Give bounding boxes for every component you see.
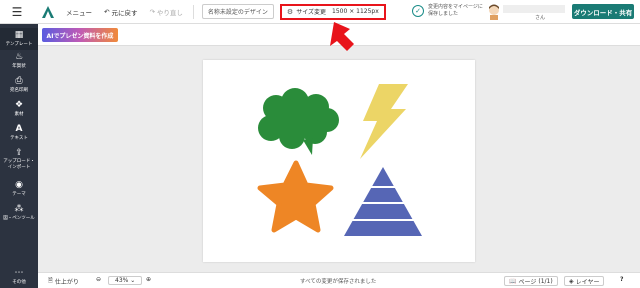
sidebar-item-more[interactable]: ⋯ その他 (0, 268, 38, 286)
bottom-bar: 🗎 仕上がり ⊖ 43% ⌄ ⊕ すべての変更が保存されました 📖 ページ (1… (38, 272, 640, 288)
app-logo[interactable] (38, 0, 58, 24)
save-status-line2: 保存しました (428, 11, 459, 17)
document-icon: 🗎 (48, 277, 53, 284)
zoom-in-button[interactable]: ⊕ (146, 276, 151, 283)
page-button[interactable]: 📖 ページ (1/1) (504, 276, 558, 286)
sidebar-item-upload[interactable]: ⇪ アップロード・インポート (0, 148, 38, 176)
toolbar-divider (192, 4, 194, 19)
zoom-value: 43% ⌄ (108, 276, 143, 285)
resize-label: サイズ変更 (296, 9, 327, 16)
sidebar-item-label: 年賀状 (12, 64, 26, 69)
layer-button[interactable]: ◈ レイヤー (564, 276, 605, 286)
printer-icon: ⎙ (15, 76, 23, 86)
sidebar-item-pen-tool[interactable]: ⁂ 図・ペンツール (0, 204, 38, 224)
material-icon: ❖ (14, 100, 24, 110)
sidebar-item-label: 素材 (14, 112, 24, 117)
undo-icon: ↶ (104, 7, 110, 16)
save-status-line1: 変更内容をマイページに (428, 4, 483, 10)
redo-label: やり直し (156, 8, 183, 17)
save-status-text: すべての変更が保存されました (300, 279, 377, 285)
lightning-bolt-shape[interactable] (360, 84, 408, 159)
logo-icon (42, 5, 54, 18)
template-icon: ▦ (14, 30, 24, 40)
sidebar-item-label: アップロード・インポート (3, 159, 35, 170)
ai-presentation-button[interactable]: AIでプレゼン資料を作成 (42, 28, 118, 42)
speech-bubble-shape[interactable] (258, 88, 339, 155)
pyramid-shape[interactable] (343, 167, 423, 236)
layers-icon: ◈ (569, 277, 574, 285)
zoom-select[interactable]: 43% ⌄ (108, 276, 143, 285)
gear-icon: ⚙ (286, 7, 294, 16)
star-shape[interactable] (257, 160, 334, 233)
finish-preview-button[interactable]: 🗎 仕上がり (48, 276, 79, 286)
sidebar-item-label: その他 (12, 280, 26, 285)
menu-button[interactable]: メニュー (66, 7, 92, 17)
sidebar-item-label: テキスト (10, 136, 28, 141)
zoom-in-icon: ⊕ (146, 276, 152, 283)
page-count: (1/1) (538, 277, 553, 285)
avatar-icon (489, 4, 499, 20)
sidebar-item-label: 宛名印刷 (10, 88, 28, 93)
pen-tool-icon: ⁂ (14, 204, 24, 214)
design-canvas[interactable] (203, 60, 475, 262)
redo-button[interactable]: ↷ やり直し (149, 7, 182, 17)
avatar[interactable] (487, 4, 501, 20)
username-suffix: さん (535, 15, 546, 21)
sidebar-item-label: テンプレート (5, 42, 33, 47)
redo-icon: ↷ (149, 7, 155, 16)
undo-button[interactable]: ↶ 元に戻す (104, 7, 137, 17)
zoom-out-button[interactable]: ⊖ (96, 276, 101, 283)
username-field (503, 5, 565, 13)
sidebar-item-label: 図・ペンツール (3, 216, 35, 221)
theme-icon: ◉ (15, 180, 23, 190)
check-circle-icon: ✓ (412, 5, 424, 17)
sidebar-item-address-print[interactable]: ⎙ 宛名印刷 (0, 76, 38, 96)
red-arrow-annotation (330, 22, 354, 51)
sidebar-item-material[interactable]: ❖ 素材 (0, 100, 38, 120)
sidebar-item-template[interactable]: ▦ テンプレート (0, 28, 38, 50)
size-value: 1500 × 1125px (332, 8, 379, 15)
help-button[interactable]: ? (620, 276, 623, 283)
new-year-icon: ♨ (14, 52, 24, 62)
book-icon: 📖 (509, 277, 517, 285)
canvas-content (257, 84, 423, 236)
page-label: ページ (518, 278, 537, 286)
upload-icon: ⇪ (15, 148, 23, 158)
sidebar-item-label: テーマ (12, 192, 26, 197)
help-icon: ? (620, 276, 624, 283)
save-status: ✓ 変更内容をマイページに 保存しました (412, 4, 488, 18)
undo-label: 元に戻す (111, 8, 138, 17)
zoom-out-icon: ⊖ (96, 276, 102, 283)
design-name-field[interactable]: 名称未設定のデザイン (201, 4, 274, 19)
sidebar-item-theme[interactable]: ◉ テーマ (0, 180, 38, 200)
hamburger-menu-icon[interactable]: ☰ (0, 0, 34, 24)
download-share-button[interactable]: ダウンロード・共有 (572, 4, 634, 19)
left-sidebar: ▦ テンプレート ♨ 年賀状 ⎙ 宛名印刷 ❖ 素材 A テキスト ⇪ アップロ… (0, 24, 38, 288)
text-icon: A (15, 124, 23, 134)
layer-label: レイヤー (575, 278, 600, 286)
more-icon: ⋯ (14, 268, 24, 278)
resize-button[interactable]: ⚙ サイズ変更 1500 × 1125px (279, 3, 386, 20)
sidebar-item-text[interactable]: A テキスト (0, 124, 38, 144)
finish-label: 仕上がり (54, 278, 79, 286)
sidebar-item-new-year[interactable]: ♨ 年賀状 (0, 52, 38, 72)
